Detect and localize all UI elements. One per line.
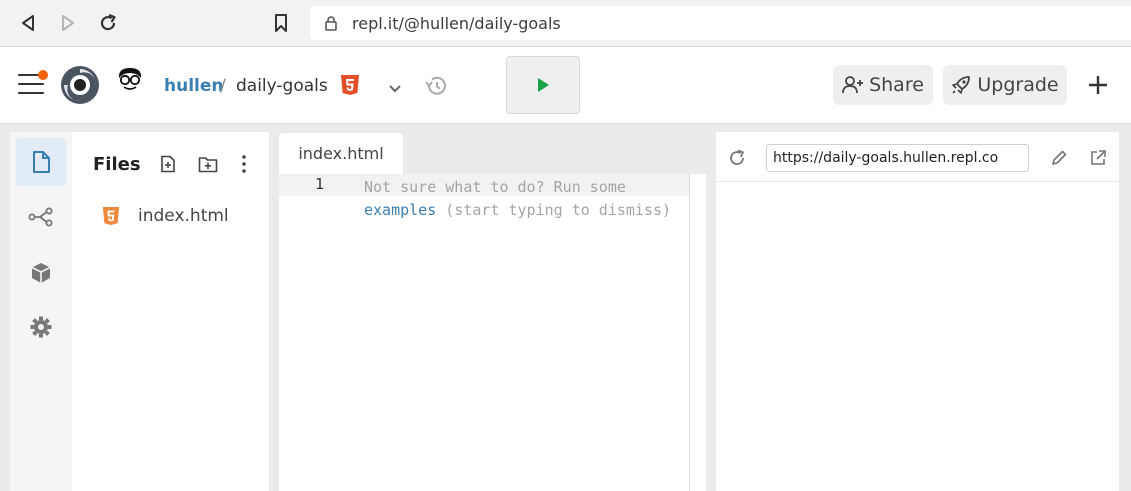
tab-index-html[interactable]: index.html (279, 133, 403, 174)
webview-url-input[interactable]: https://daily-goals.hullen.repl.co (766, 144, 1029, 172)
address-bar[interactable]: repl.it/@hullen/daily-goals (310, 6, 1131, 40)
files-title: Files (93, 154, 141, 175)
breadcrumb-separator: / (220, 76, 226, 96)
cube-icon (31, 263, 51, 283)
share-nodes-icon (28, 207, 53, 227)
open-in-new-tab-icon[interactable] (1087, 147, 1109, 169)
add-file-icon[interactable] (158, 154, 178, 174)
file-icon (33, 151, 50, 173)
bookmark-icon[interactable] (270, 12, 292, 34)
share-label: Share (869, 74, 924, 96)
plus-icon[interactable] (1086, 73, 1110, 97)
history-icon[interactable] (423, 74, 449, 102)
run-button[interactable] (506, 56, 580, 114)
add-user-icon (842, 76, 864, 94)
upgrade-button[interactable]: Upgrade (943, 65, 1067, 105)
app-header: hullen / daily-goals Share Upgrade (0, 47, 1131, 124)
file-item-index-html[interactable]: index.html (102, 202, 262, 230)
sidebar-item-settings[interactable] (16, 303, 66, 351)
upgrade-label: Upgrade (977, 74, 1059, 96)
webview-toolbar: https://daily-goals.hullen.repl.co (716, 132, 1119, 182)
chevron-down-icon[interactable] (388, 79, 402, 98)
breadcrumb-username[interactable]: hullen (164, 76, 224, 96)
line-number: 1 (315, 175, 325, 193)
editor-tab-bar: index.html (279, 132, 706, 174)
replit-logo[interactable] (60, 65, 100, 105)
sidebar-item-version-control[interactable] (16, 193, 66, 241)
rocket-icon (952, 76, 971, 94)
avatar[interactable] (115, 66, 145, 92)
sidebar-item-packages[interactable] (16, 249, 66, 297)
editor-body[interactable]: 1 Not sure what to do? Run some examples… (279, 174, 706, 491)
examples-link[interactable]: examples (364, 201, 436, 219)
notification-badge (38, 70, 48, 80)
code-editor: index.html 1 Not sure what to do? Run so… (279, 132, 706, 491)
breadcrumb-repl-name[interactable]: daily-goals (236, 76, 328, 96)
sidebar-rail (10, 132, 72, 491)
pencil-icon[interactable] (1048, 147, 1070, 169)
forward-arrow-icon[interactable] (57, 12, 79, 34)
file-name: index.html (138, 206, 229, 226)
more-options-icon[interactable] (234, 154, 254, 174)
browser-toolbar: repl.it/@hullen/daily-goals (0, 0, 1131, 47)
refresh-icon[interactable] (726, 147, 748, 169)
placeholder-dismiss-text: (start typing to dismiss) (436, 201, 672, 219)
editor-placeholder: Not sure what to do? Run some examples (… (364, 176, 694, 222)
share-button[interactable]: Share (833, 65, 933, 105)
files-panel: Files index.html (72, 132, 269, 491)
sidebar-item-files[interactable] (16, 138, 66, 186)
address-text: repl.it/@hullen/daily-goals (352, 14, 561, 33)
webview-panel: https://daily-goals.hullen.repl.co (716, 132, 1119, 491)
play-icon (538, 78, 549, 92)
placeholder-text: Not sure what to do? Run some (364, 178, 626, 196)
back-arrow-icon[interactable] (17, 12, 39, 34)
html5-icon (340, 74, 360, 96)
add-folder-icon[interactable] (198, 154, 218, 174)
html5-icon (102, 207, 120, 225)
editor-scrollbar[interactable] (689, 174, 690, 491)
gear-icon (30, 316, 52, 338)
reload-icon[interactable] (97, 12, 119, 34)
lock-icon (324, 15, 338, 36)
